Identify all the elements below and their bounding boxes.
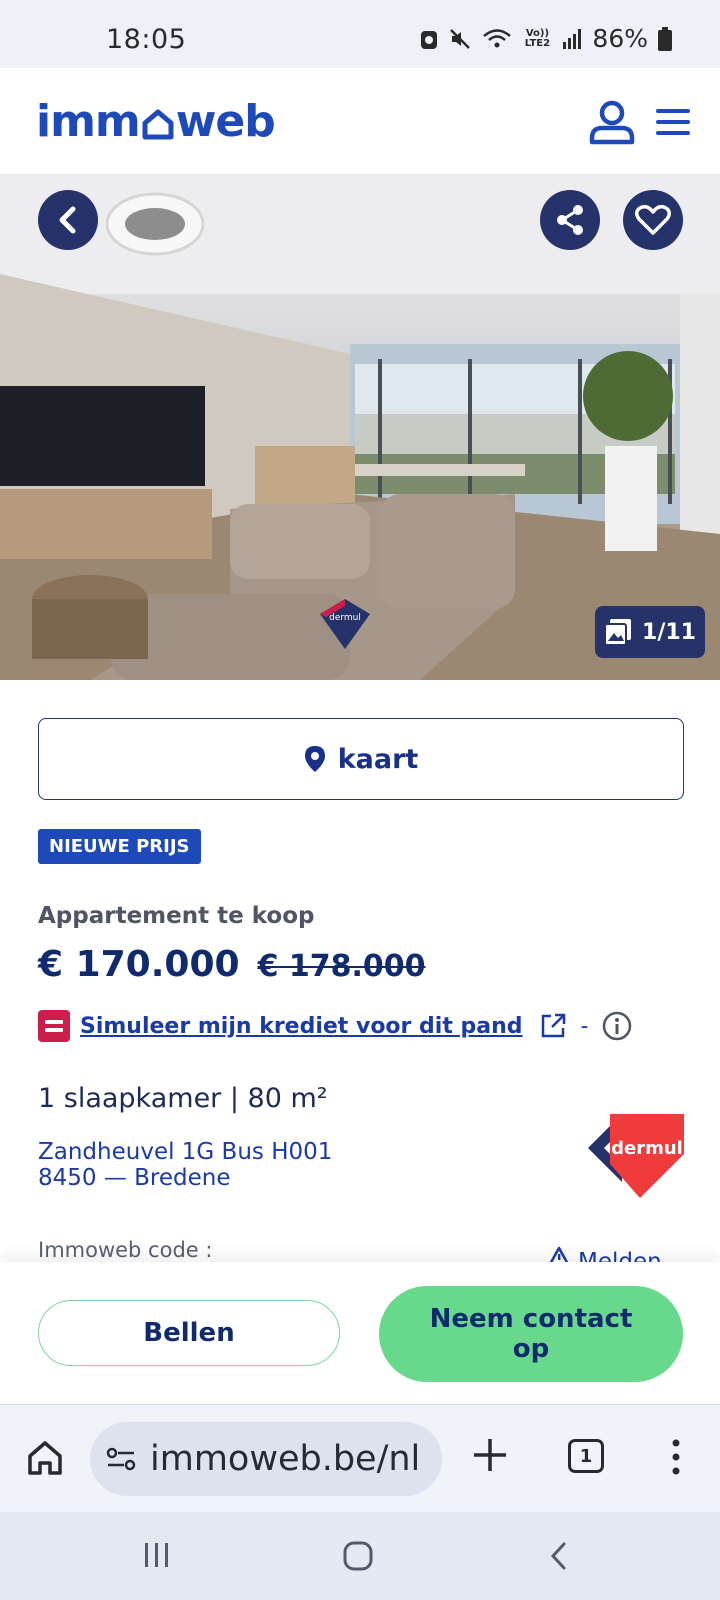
- old-price: € 178.000: [257, 949, 426, 984]
- call-button[interactable]: Bellen: [38, 1300, 340, 1366]
- user-account-icon[interactable]: [588, 98, 636, 146]
- site-settings-icon[interactable]: [106, 1446, 136, 1472]
- map-pin-icon: [304, 746, 325, 772]
- signal-icon: [563, 28, 582, 49]
- property-specs: 1 slaapkamer | 80 m²: [38, 1083, 328, 1114]
- browser-toolbar: immoweb.be/nl 1: [0, 1404, 720, 1512]
- photo-watermark: dermul: [329, 613, 361, 623]
- back-button[interactable]: [38, 190, 98, 250]
- share-icon: [557, 205, 583, 235]
- logo-house-icon: [142, 109, 174, 139]
- share-button[interactable]: [540, 190, 600, 250]
- photo-counter[interactable]: 1/11: [595, 606, 705, 658]
- system-navigation-bar: [0, 1512, 720, 1600]
- immoweb-logo[interactable]: imm web: [36, 96, 276, 147]
- external-link-icon[interactable]: [539, 1012, 567, 1040]
- battery-icon: [658, 26, 672, 51]
- chevron-left-icon: [59, 206, 76, 234]
- address-line-1: Zandheuvel 1G Bus H001: [38, 1139, 333, 1165]
- status-bar: 18:05 Vo)) LTE2 86%: [0, 0, 720, 68]
- address-bar[interactable]: immoweb.be/nl: [90, 1422, 442, 1496]
- immoweb-code-label: Immoweb code :: [38, 1238, 213, 1262]
- more-options-icon[interactable]: [664, 1437, 688, 1477]
- recent-apps-icon[interactable]: [142, 1540, 172, 1570]
- photo-counter-text: 1/11: [642, 619, 696, 645]
- address-line-2: 8450 — Bredene: [38, 1165, 231, 1191]
- url-text: immoweb.be/nl: [150, 1439, 421, 1479]
- logo-text-left: imm: [36, 96, 141, 147]
- credit-simulation-link[interactable]: Simuleer mijn krediet voor dit pand: [80, 1014, 523, 1039]
- map-button-label: kaart: [337, 743, 419, 775]
- credit-separator: -: [580, 1013, 589, 1039]
- wifi-icon: [483, 28, 512, 47]
- photo-gallery[interactable]: dermul 1/11: [0, 174, 720, 680]
- info-icon[interactable]: [602, 1011, 632, 1041]
- heart-icon: [635, 204, 671, 235]
- new-price-badge: NIEUWE PRIJS: [38, 829, 201, 864]
- logo-text-right: web: [175, 96, 276, 147]
- site-header: imm web: [0, 68, 720, 174]
- favorite-button[interactable]: [623, 190, 683, 250]
- map-button[interactable]: kaart: [38, 718, 684, 800]
- current-price: € 170.000: [38, 944, 240, 985]
- agency-logo[interactable]: dermul: [588, 1114, 684, 1198]
- status-time: 18:05: [106, 24, 187, 55]
- new-tab-icon[interactable]: [470, 1435, 510, 1475]
- living-room-photo: dermul: [0, 174, 720, 680]
- system-home-icon[interactable]: [342, 1540, 374, 1572]
- battery-percent: 86%: [592, 24, 648, 53]
- property-type: Appartement te koop: [38, 903, 315, 929]
- hamburger-menu-icon[interactable]: [654, 106, 692, 138]
- lte-label: Vo)) LTE2: [524, 27, 551, 49]
- browser-home-icon[interactable]: [26, 1439, 64, 1477]
- tab-switcher-button[interactable]: 1: [568, 1439, 604, 1473]
- agency-logo-text: dermul: [611, 1138, 683, 1159]
- contact-button[interactable]: Neem contact op: [379, 1286, 683, 1382]
- contact-action-bar: Bellen Neem contact op: [0, 1262, 720, 1404]
- credit-partner-icon: [38, 1010, 70, 1042]
- credit-simulation-row: Simuleer mijn krediet voor dit pand -: [38, 1010, 632, 1042]
- price-row: € 170.000 € 178.000: [38, 944, 426, 985]
- property-address: Zandheuvel 1G Bus H001 8450 — Bredene: [38, 1139, 332, 1191]
- app-notification-icon: [421, 30, 438, 49]
- system-back-icon[interactable]: [548, 1540, 570, 1572]
- status-icons: Vo)) LTE2 86%: [420, 24, 672, 53]
- gallery-icon: [604, 619, 632, 646]
- mute-icon: [450, 28, 471, 49]
